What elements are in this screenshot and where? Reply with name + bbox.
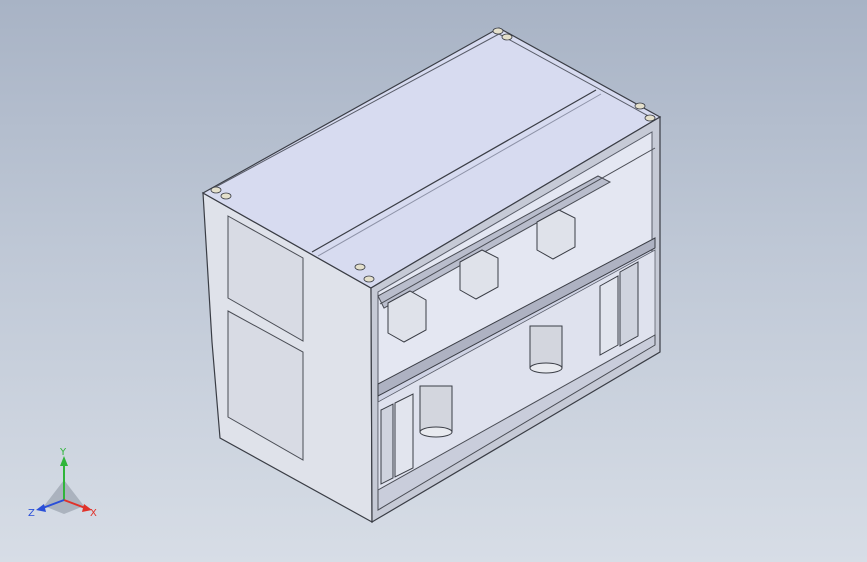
reference-triad[interactable]: Y X Z — [22, 446, 106, 526]
lower-plate-right-2 — [619, 261, 639, 347]
cabinet-model[interactable] — [0, 0, 867, 562]
lower-plate-right-1 — [599, 275, 619, 356]
lower-plate-left-2 — [394, 393, 414, 478]
lower-plate-left-1 — [380, 403, 394, 485]
y-axis-label: Y — [59, 447, 67, 458]
lower-cylinder-2 — [529, 325, 563, 374]
z-axis-label: Z — [28, 508, 35, 519]
z-axis-arrow — [36, 504, 46, 512]
x-axis-label: X — [90, 508, 97, 519]
lower-cylinder-1 — [419, 385, 453, 438]
graphics-viewport[interactable]: Y X Z — [0, 0, 867, 562]
